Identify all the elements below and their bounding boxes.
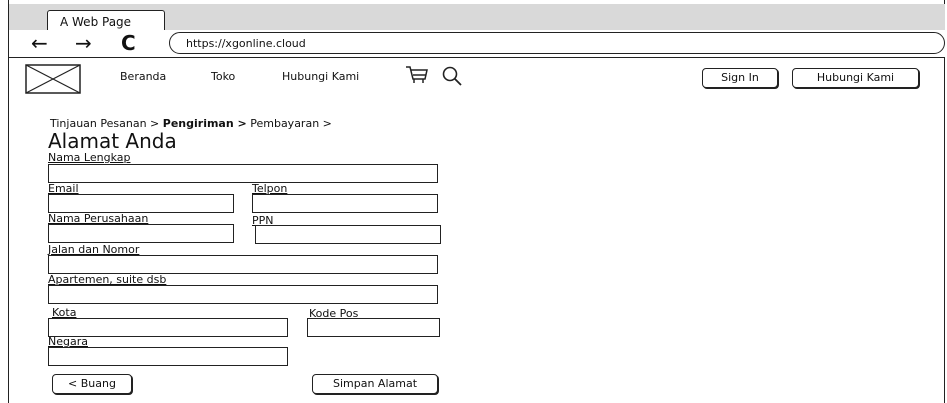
- phone-field[interactable]: [252, 194, 438, 213]
- contact-button[interactable]: Hubungi Kami: [792, 68, 919, 88]
- reload-icon[interactable]: C: [121, 31, 136, 55]
- page-title: Alamat Anda: [48, 129, 177, 153]
- nav-link-toko[interactable]: Toko: [211, 70, 235, 83]
- url-input[interactable]: https://xgonline.cloud: [169, 32, 945, 54]
- nav-link-hubungi-kami[interactable]: Hubungi Kami: [282, 70, 359, 83]
- logo-placeholder-icon: [25, 64, 81, 94]
- nav-link-beranda[interactable]: Beranda: [120, 70, 166, 83]
- street-field[interactable]: [48, 255, 438, 274]
- tab-strip: A Web Page: [9, 4, 945, 34]
- full-name-field[interactable]: [48, 164, 438, 183]
- country-field[interactable]: [48, 347, 288, 366]
- vat-field[interactable]: [255, 225, 441, 244]
- address-bar-row: ← → C https://xgonline.cloud: [9, 30, 945, 58]
- breadcrumb-payment[interactable]: Pembayaran >: [250, 117, 332, 130]
- sign-in-button[interactable]: Sign In: [702, 68, 778, 88]
- search-icon[interactable]: [441, 65, 463, 87]
- arrow-left-icon[interactable]: ←: [31, 31, 48, 55]
- postal-code-field[interactable]: [307, 318, 440, 337]
- email-field[interactable]: [48, 194, 234, 213]
- arrow-right-icon[interactable]: →: [75, 31, 92, 55]
- cart-icon[interactable]: [405, 64, 429, 86]
- company-field[interactable]: [48, 224, 234, 243]
- discard-button[interactable]: < Buang: [52, 374, 132, 394]
- apartment-field[interactable]: [48, 285, 438, 304]
- full-name-label: Nama Lengkap: [48, 151, 131, 164]
- save-address-button[interactable]: Simpan Alamat: [312, 374, 438, 394]
